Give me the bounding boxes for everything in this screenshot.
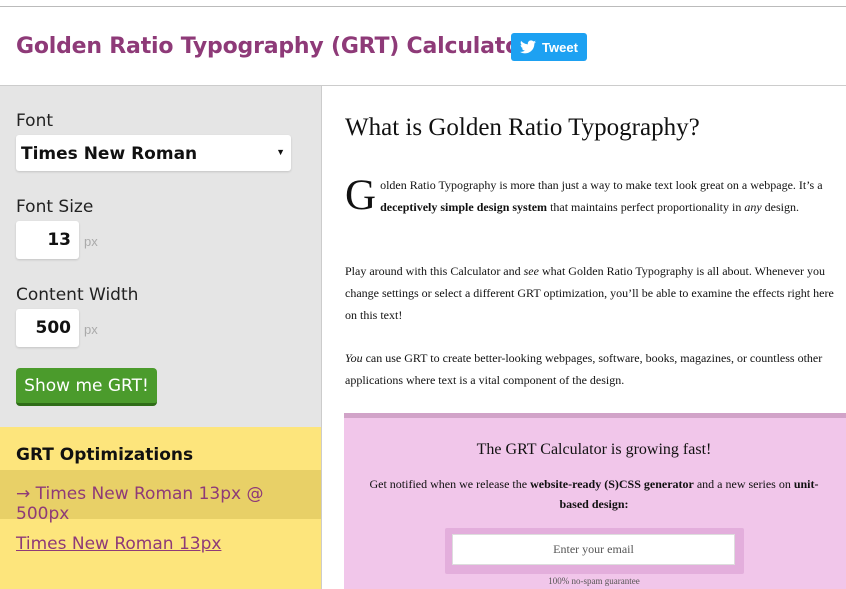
font-size-input[interactable]: 13 [16,221,79,259]
intro-text-3: design. [761,200,800,214]
font-select-value: Times New Roman [21,144,198,164]
content-width-value: 500 [35,318,72,338]
usage-paragraph: You can use GRT to create better-looking… [345,347,845,391]
intro-italic: any [744,200,762,214]
active-optimization[interactable]: → Times New Roman 13px @ 500px [0,470,321,524]
font-size-unit: px [84,234,98,249]
email-field[interactable] [452,534,735,565]
intro-bold: deceptively simple design system [380,200,548,214]
content-width-label: Content Width [16,285,139,305]
play-text: Play around with this Calculator and [345,264,524,278]
active-optimization-label: → Times New Roman 13px @ 500px [16,484,264,524]
header: Golden Ratio Typography (GRT) Calculator… [0,7,846,86]
tweet-button[interactable]: Tweet [511,33,587,61]
settings-sidebar: Font Times New Roman ▼ Font Size 13 px C… [0,86,322,427]
font-size-value: 13 [47,230,71,250]
promo-text-2: and a new series on [693,477,794,491]
content-width-unit: px [84,322,98,337]
twitter-bird-icon [520,40,537,54]
main-content: What is Golden Ratio Typography? Golden … [322,86,846,589]
promo-title: The GRT Calculator is growing fast! [476,441,712,458]
optimization-link[interactable]: Times New Roman 13px [16,534,221,554]
promo-description: Get notified when we release the website… [358,474,830,514]
main-heading: What is Golden Ratio Typography? [345,114,700,141]
font-size-label: Font Size [16,197,94,217]
promo-text: Get notified when we release the [369,477,531,491]
content-width-input[interactable]: 500 [16,309,79,347]
dropdown-arrow-icon: ▼ [276,147,285,157]
promo-bold-1: website-ready (S)CSS generator [530,477,694,491]
email-field-wrapper [445,528,744,574]
intro-paragraph: Golden Ratio Typography is more than jus… [345,174,845,218]
intro-text-2: that maintains perfect proportionality i… [547,200,745,214]
grt-optimizations-panel: GRT Optimizations → Times New Roman 13px… [0,427,322,589]
no-spam-note: 100% no-spam guarantee [548,576,640,586]
play-italic: see [523,264,539,278]
font-select[interactable]: Times New Roman ▼ [16,135,291,171]
drop-cap: G [345,172,377,219]
page-title: Golden Ratio Typography (GRT) Calculator [16,34,531,59]
usage-italic: You [345,351,363,365]
font-label: Font [16,111,54,131]
tweet-label: Tweet [542,39,578,55]
intro-text: olden Ratio Typography is more than just… [380,178,823,192]
show-grt-button[interactable]: Show me GRT! [16,368,157,406]
optimizations-heading: GRT Optimizations [16,445,194,465]
usage-text: can use GRT to create better-looking web… [345,351,823,387]
play-paragraph: Play around with this Calculator and see… [345,260,845,326]
newsletter-promo: The GRT Calculator is growing fast! Get … [344,413,846,589]
